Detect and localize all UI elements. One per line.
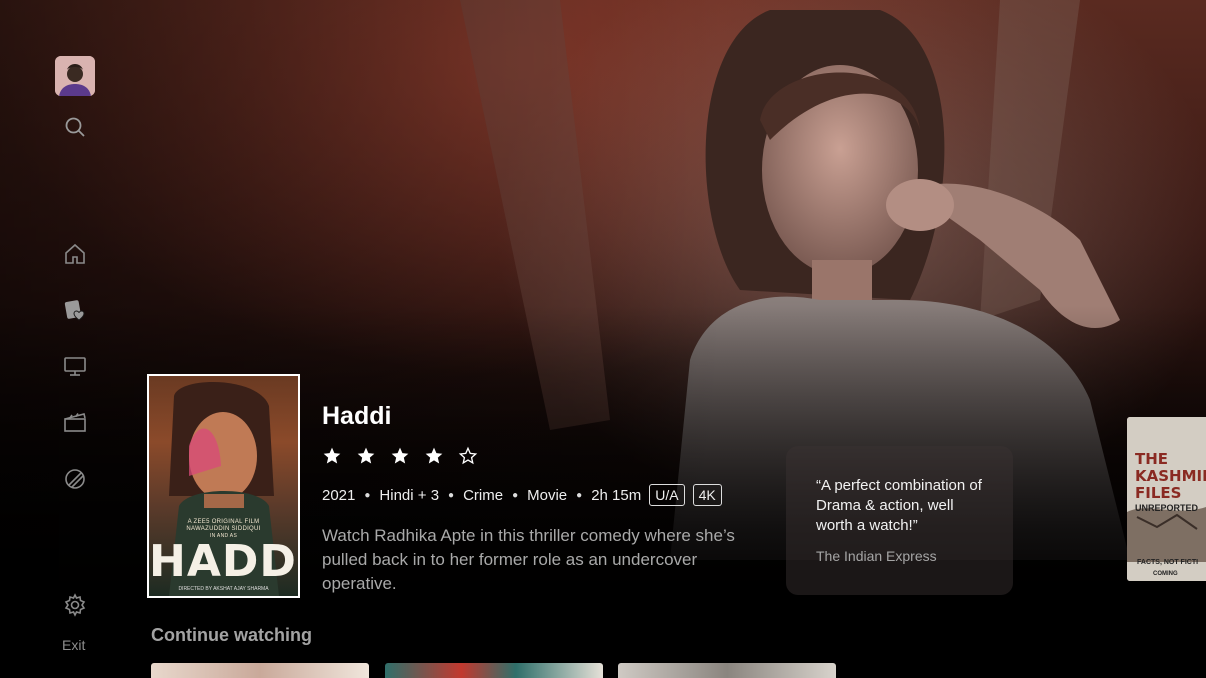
next-poster-subtitle: UNREPORTED [1135,503,1199,513]
meta-genre: Crime [463,486,504,504]
star-filled-icon [323,447,341,464]
next-poster-title-line: FILES [1135,484,1182,502]
continue-watching-card[interactable] [618,663,836,678]
next-poster-coming: COMING [1153,571,1178,577]
profile-avatar[interactable] [55,56,95,96]
star-rating [322,446,478,466]
meta-language: Hindi + 3 [379,486,440,504]
home-icon[interactable] [61,240,89,268]
poster-director: DIRECTED BY AKSHAT AJAY SHARMA [178,586,269,592]
featured-description: Watch Radhika Apte in this thriller come… [322,526,735,593]
meta-year: 2021 [322,486,356,504]
meta-separator-dot: ● [364,489,371,501]
gear-icon[interactable] [61,591,89,619]
exit-button[interactable]: Exit [62,637,85,653]
star-filled-icon [391,447,409,464]
clapperboard-icon[interactable] [61,408,89,436]
meta-duration: 2h 15m [591,486,642,504]
star-empty-icon [458,446,478,465]
review-quote: “A perfect combination of Drama & action… [816,477,982,534]
ball-icon[interactable] [61,465,89,493]
meta-separator-dot: ● [512,489,519,501]
poster-credit-2: NAWAZUDDIN SIDDIQUI [186,526,261,532]
next-poster-title-line: THE [1135,450,1169,468]
review-source: The Indian Express [816,548,937,564]
poster-credit-1: A ZEE5 ORIGINAL FILM [187,519,260,525]
featured-meta: 2021 ● Hindi + 3 ● Crime ● Movie ● 2h 15… [322,484,722,506]
tv-icon[interactable] [61,352,89,380]
search-icon[interactable] [61,113,89,141]
poster-title: HADDI [149,536,300,587]
star-filled-icon [425,447,443,464]
heart-card-icon[interactable] [61,296,89,324]
continue-watching-heading: Continue watching [151,625,312,645]
continue-watching-card[interactable] [385,663,603,678]
next-poster-title-line: KASHMIR [1135,467,1206,485]
quality-badge: 4K [692,484,722,506]
age-rating-badge: U/A [649,484,685,506]
avatar-icon [55,56,95,96]
featured-title: Haddi [322,402,392,430]
meta-separator-dot: ● [448,489,455,501]
meta-type: Movie [527,486,568,504]
next-poster[interactable]: THE KASHMIR FILES UNREPORTED FACTS, NOT … [1127,417,1206,581]
star-filled-icon [357,447,375,464]
continue-watching-card[interactable] [151,663,369,678]
meta-separator-dot: ● [576,489,583,501]
review-card: “A perfect combination of Drama & action… [786,446,1013,595]
featured-poster[interactable]: A ZEE5 ORIGINAL FILM NAWAZUDDIN SIDDIQUI… [147,374,300,598]
sidebar: Exit [0,0,150,678]
next-poster-tagline: FACTS, NOT FICTI [1137,559,1199,566]
next-poster-title: THE KASHMIR FILES [1135,451,1206,502]
